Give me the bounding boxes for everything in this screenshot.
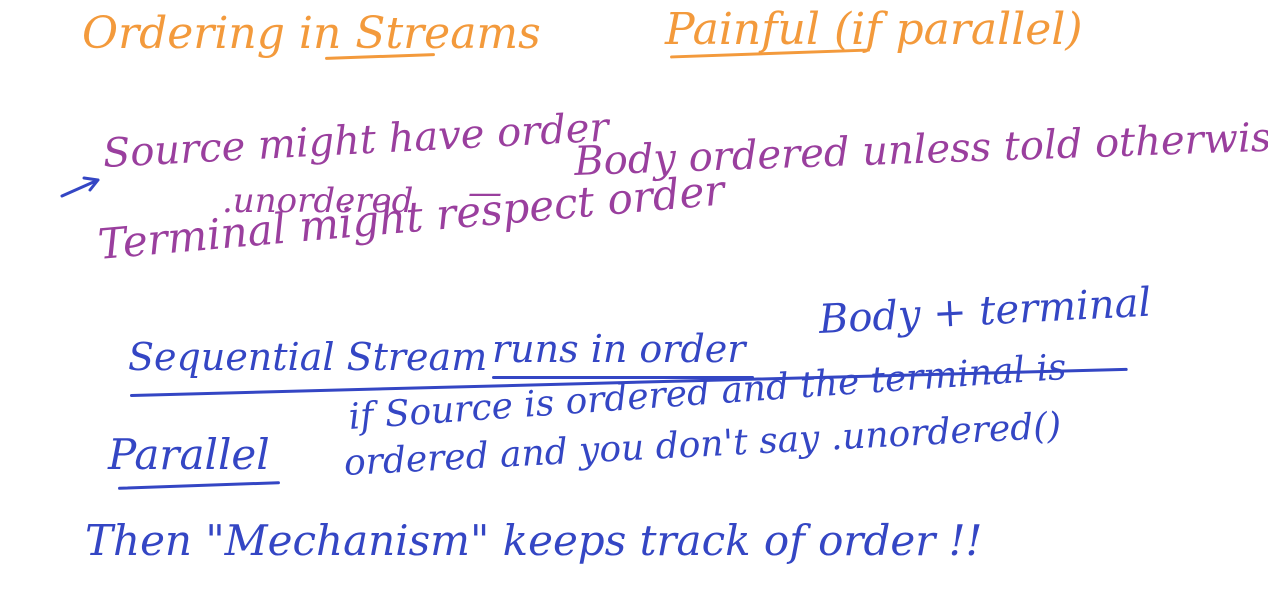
- note-source-might-have-order: Source might have order: [101, 104, 610, 177]
- note-sequential-stream: Sequential Stream: [128, 335, 488, 379]
- note-body-plus-terminal: Body + terminal: [817, 279, 1153, 343]
- note-mechanism-keeps-track: Then "Mechanism" keeps track of order !!: [85, 516, 983, 565]
- note-parallel: Parallel: [108, 430, 270, 479]
- note-runs-in-order: runs in order: [492, 327, 746, 371]
- underline-parallel: [117, 481, 281, 490]
- title-ordering-in-streams: Ordering in Streams: [82, 8, 541, 59]
- title-painful-if-parallel: Painful (if parallel): [665, 4, 1083, 55]
- arrow-right-icon: [60, 176, 100, 198]
